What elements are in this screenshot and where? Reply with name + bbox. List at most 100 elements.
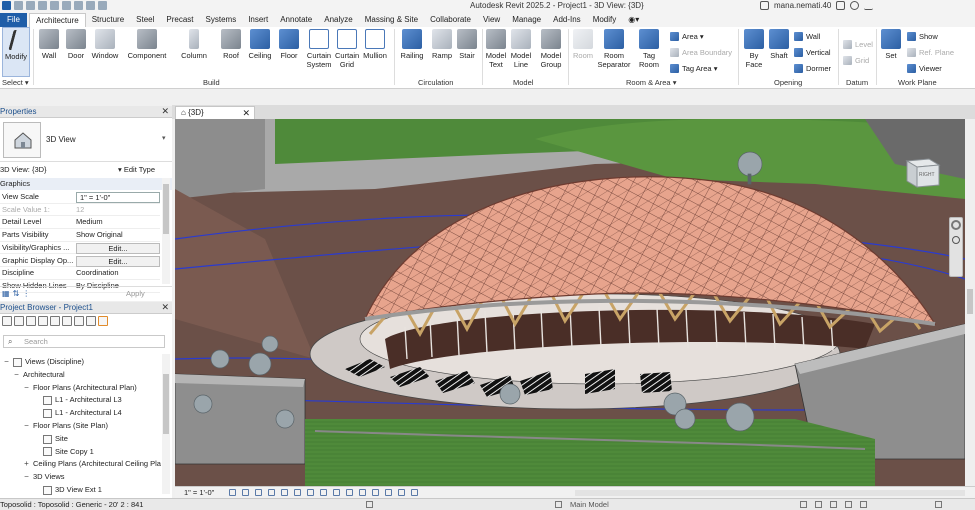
minimize-icon[interactable] bbox=[864, 1, 874, 10]
lock-view-icon[interactable] bbox=[320, 489, 327, 496]
collapse-icon[interactable]: − bbox=[3, 356, 10, 369]
apply-button[interactable]: Apply bbox=[126, 289, 145, 298]
property-value[interactable]: 12 bbox=[76, 204, 160, 217]
mullion-button[interactable]: Mullion bbox=[360, 27, 390, 77]
show-button[interactable]: Show bbox=[907, 31, 938, 42]
navigation-bar[interactable] bbox=[949, 217, 963, 277]
close-icon[interactable]: ✕ bbox=[161, 302, 169, 313]
curtain-system-button[interactable]: Curtain System bbox=[305, 27, 333, 77]
print-icon[interactable] bbox=[62, 1, 71, 10]
contextual-tab-icon[interactable]: ◉▾ bbox=[622, 13, 642, 27]
properties-scrollbar[interactable] bbox=[162, 178, 170, 284]
property-value[interactable]: Coordination bbox=[76, 267, 160, 280]
viewer-button[interactable]: Viewer bbox=[907, 63, 942, 74]
viewport-scrollbar[interactable] bbox=[965, 119, 975, 486]
model-text-button[interactable]: Model Text bbox=[484, 27, 508, 77]
railing-button[interactable]: Railing bbox=[398, 27, 426, 77]
undo-icon[interactable] bbox=[38, 1, 47, 10]
tab-modify[interactable]: Modify bbox=[587, 13, 623, 27]
link-icon[interactable] bbox=[98, 316, 108, 326]
groups-icon[interactable] bbox=[74, 316, 84, 326]
tree-item[interactable]: − Floor Plans (Site Plan) bbox=[23, 420, 108, 433]
tree-item[interactable]: L1 - Architectural L4 bbox=[33, 407, 122, 420]
select-links-icon[interactable] bbox=[800, 501, 807, 508]
reveal-constraints-icon[interactable] bbox=[398, 489, 405, 496]
tree-item[interactable]: − Views (Discipline) bbox=[3, 356, 84, 369]
workset-icon[interactable] bbox=[366, 501, 373, 508]
tree-item[interactable]: − Floor Plans (Architectural Plan) bbox=[23, 382, 137, 395]
redo-icon[interactable] bbox=[50, 1, 59, 10]
dormer-button[interactable]: Dormer bbox=[794, 63, 831, 74]
tab-add-ins[interactable]: Add-Ins bbox=[547, 13, 587, 27]
tab-annotate[interactable]: Annotate bbox=[274, 13, 318, 27]
render-icon[interactable] bbox=[281, 489, 288, 496]
sun-path-icon[interactable] bbox=[255, 489, 262, 496]
tab-collaborate[interactable]: Collaborate bbox=[424, 13, 477, 27]
modify-button[interactable]: Modify bbox=[2, 27, 30, 77]
tree-item[interactable]: + Ceiling Plans (Architectural Ceiling Pl… bbox=[23, 458, 161, 471]
by-face-button[interactable]: By Face bbox=[741, 27, 767, 77]
select-pinned-icon[interactable] bbox=[830, 501, 837, 508]
tab-insert[interactable]: Insert bbox=[242, 13, 274, 27]
instance-filter[interactable]: 3D View: {3D} ▾ Edit Type bbox=[0, 163, 172, 176]
3d-view-icon[interactable] bbox=[98, 1, 107, 10]
tree-item[interactable]: L1 - Architectural L3 bbox=[33, 394, 122, 407]
collapse-icon[interactable]: − bbox=[23, 382, 30, 395]
stair-button[interactable]: Stair bbox=[455, 27, 479, 77]
crop-view-icon[interactable] bbox=[294, 489, 301, 496]
tree-item[interactable]: Site bbox=[33, 433, 68, 446]
tab-view[interactable]: View bbox=[477, 13, 506, 27]
roof-button[interactable]: Roof bbox=[218, 27, 244, 77]
highlight-displacement-icon[interactable] bbox=[385, 489, 392, 496]
temporary-hide-icon[interactable] bbox=[333, 489, 340, 496]
drag-elements-icon[interactable] bbox=[860, 501, 867, 508]
shaft-button[interactable]: Shaft bbox=[767, 27, 791, 77]
design-options-icon[interactable] bbox=[555, 501, 562, 508]
ref-plane-button[interactable]: Ref. Plane bbox=[907, 47, 954, 58]
property-value[interactable]: 1" = 1'-0" bbox=[76, 192, 160, 203]
edit-button[interactable]: Edit... bbox=[76, 255, 160, 267]
user-icon[interactable] bbox=[760, 1, 769, 10]
viewcube[interactable]: RIGHT bbox=[903, 153, 943, 189]
sheets-icon[interactable] bbox=[26, 316, 36, 326]
edit-type-button[interactable]: ▾ Edit Type bbox=[118, 163, 155, 176]
tag-area-button[interactable]: Tag Area ▾ bbox=[670, 63, 717, 74]
window-button[interactable]: Window bbox=[89, 27, 121, 77]
chevron-down-icon[interactable]: ▾ bbox=[162, 134, 166, 142]
collapse-icon[interactable]: − bbox=[23, 420, 30, 433]
curtain-grid-button[interactable]: Curtain Grid bbox=[335, 27, 359, 77]
edit-button[interactable]: Edit... bbox=[76, 242, 160, 254]
expand-icon[interactable]: + bbox=[23, 458, 30, 471]
families-icon[interactable] bbox=[62, 316, 72, 326]
worksharing-icon[interactable] bbox=[359, 489, 366, 496]
views-icon[interactable] bbox=[14, 316, 24, 326]
collapse-icon[interactable]: − bbox=[23, 471, 30, 484]
opening-wall-button[interactable]: Wall bbox=[794, 31, 820, 42]
detail-level-icon[interactable] bbox=[229, 489, 236, 496]
select-underlay-icon[interactable] bbox=[815, 501, 822, 508]
type-selector[interactable]: 3D View ▾ bbox=[0, 118, 172, 162]
filter-icon[interactable]: ⋮ bbox=[22, 289, 30, 298]
category-graphics[interactable]: Graphics ⌃ bbox=[0, 178, 172, 190]
sort-icon[interactable]: ⇅ bbox=[13, 289, 20, 298]
collapse-icon[interactable]: − bbox=[13, 369, 20, 382]
close-icon[interactable]: ✕ bbox=[161, 106, 169, 117]
grid-button[interactable]: Grid bbox=[843, 55, 869, 66]
steering-wheel-icon[interactable] bbox=[951, 220, 961, 230]
tab-massing-site[interactable]: Massing & Site bbox=[359, 13, 424, 27]
close-icon[interactable]: ✕ bbox=[242, 107, 250, 119]
select-face-icon[interactable] bbox=[845, 501, 852, 508]
floor-button[interactable]: Floor bbox=[276, 27, 302, 77]
categorized-icon[interactable]: ▦ bbox=[2, 289, 10, 298]
active-model[interactable]: Main Model bbox=[570, 500, 609, 509]
room-area-panel-label[interactable]: Room & Area ▾ bbox=[626, 78, 676, 87]
open-icon[interactable] bbox=[14, 1, 23, 10]
property-row[interactable]: Scale Value 1: 12 bbox=[0, 204, 160, 217]
tag-room-button[interactable]: Tag Room bbox=[636, 27, 662, 77]
column-button[interactable]: Column bbox=[178, 27, 210, 77]
set-button[interactable]: Set bbox=[880, 27, 902, 77]
level-button[interactable]: Level bbox=[843, 39, 873, 50]
help-icon[interactable] bbox=[850, 1, 860, 10]
property-value[interactable]: Medium bbox=[76, 216, 160, 229]
more-icon[interactable] bbox=[411, 489, 418, 496]
